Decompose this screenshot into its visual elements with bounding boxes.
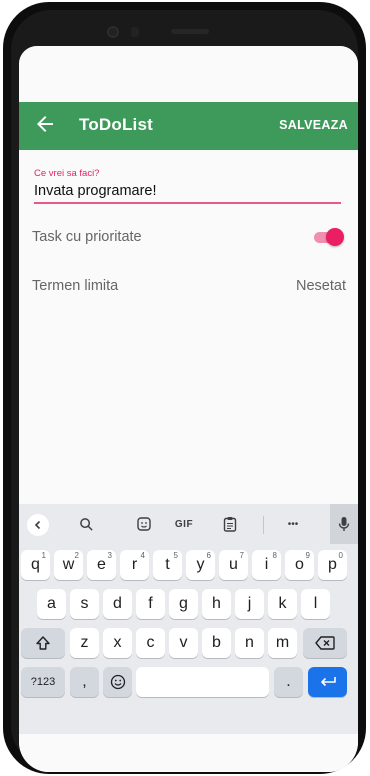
key-hint: 5 [173, 551, 178, 560]
key-k[interactable]: k [268, 589, 297, 619]
speaker-grille [171, 29, 209, 34]
period-key[interactable]: . [274, 667, 303, 697]
key-label: i [264, 556, 269, 573]
key-hint: 9 [305, 551, 310, 560]
key-p[interactable]: p0 [318, 550, 347, 580]
key-g[interactable]: g [169, 589, 198, 619]
key-hint: 0 [338, 551, 343, 560]
sticker-icon[interactable] [131, 504, 157, 544]
status-bar [19, 46, 358, 102]
deadline-value[interactable]: Nesetat [296, 278, 346, 294]
shift-key[interactable] [21, 628, 65, 658]
key-hint: 7 [239, 551, 244, 560]
task-input[interactable] [34, 180, 341, 204]
space-key[interactable] [136, 667, 269, 697]
priority-toggle[interactable] [314, 228, 344, 246]
key-m[interactable]: m [268, 628, 297, 658]
key-hint: 6 [206, 551, 211, 560]
backspace-key[interactable] [303, 628, 347, 658]
key-u[interactable]: u7 [219, 550, 248, 580]
sensor-icon [131, 27, 139, 37]
more-options-icon[interactable]: ••• [279, 504, 307, 544]
clipboard-icon[interactable] [217, 504, 243, 544]
save-button[interactable]: SALVEAZA [279, 118, 348, 132]
key-h[interactable]: h [202, 589, 231, 619]
key-label: y [196, 556, 205, 573]
key-f[interactable]: f [136, 589, 165, 619]
key-hint: 2 [74, 551, 79, 560]
navigation-bar-area [19, 734, 358, 772]
key-s[interactable]: s [70, 589, 99, 619]
enter-key[interactable] [308, 667, 347, 697]
key-label: p [328, 556, 337, 573]
key-t[interactable]: t5 [153, 550, 182, 580]
shift-icon [36, 636, 50, 650]
back-arrow-icon[interactable] [33, 112, 57, 136]
app-title: ToDoList [79, 115, 153, 134]
key-label: u [229, 556, 238, 573]
key-x[interactable]: x [103, 628, 132, 658]
key-hint: 1 [41, 551, 46, 560]
key-d[interactable]: d [103, 589, 132, 619]
priority-label: Task cu prioritate [32, 229, 142, 245]
key-z[interactable]: z [70, 628, 99, 658]
key-label: o [295, 556, 304, 573]
camera-icon [107, 26, 119, 38]
key-label: r [131, 556, 138, 573]
key-e[interactable]: e3 [87, 550, 116, 580]
task-field-label: Ce vrei sa faci? [34, 168, 100, 179]
key-n[interactable]: n [235, 628, 264, 658]
keyboard-toolbar: GIF ••• [19, 504, 358, 544]
key-r[interactable]: r4 [120, 550, 149, 580]
deadline-label: Termen limita [32, 278, 119, 294]
key-o[interactable]: o9 [285, 550, 314, 580]
key-hint: 4 [140, 551, 145, 560]
key-l[interactable]: l [301, 589, 330, 619]
key-w[interactable]: w2 [54, 550, 83, 580]
on-screen-keyboard: GIF ••• q1 w2 e3 r4 t5 y6 u7 i8 o9 p0 a … [19, 504, 358, 734]
keyboard-back-icon[interactable] [27, 514, 49, 536]
comma-key[interactable]: , [70, 667, 99, 697]
key-y[interactable]: y6 [186, 550, 215, 580]
key-hint: 3 [107, 551, 112, 560]
key-label: w [62, 556, 75, 573]
screen: ToDoList SALVEAZA Ce vrei sa faci? Task … [19, 46, 358, 772]
key-i[interactable]: i8 [252, 550, 281, 580]
emoji-icon [110, 674, 125, 690]
app-bar: ToDoList SALVEAZA [19, 102, 358, 150]
key-b[interactable]: b [202, 628, 231, 658]
symbols-key[interactable]: ?123 [21, 667, 65, 697]
toggle-knob [326, 228, 344, 246]
key-label: e [97, 556, 106, 573]
search-icon[interactable] [73, 504, 99, 544]
key-c[interactable]: c [136, 628, 165, 658]
key-label: q [31, 556, 40, 573]
key-v[interactable]: v [169, 628, 198, 658]
gif-button[interactable]: GIF [169, 504, 199, 544]
microphone-icon[interactable] [330, 504, 358, 544]
key-j[interactable]: j [235, 589, 264, 619]
key-q[interactable]: q1 [21, 550, 50, 580]
enter-icon [320, 677, 336, 687]
backspace-icon [315, 636, 335, 650]
key-hint: 8 [272, 551, 277, 560]
key-label: t [165, 556, 170, 573]
emoji-key[interactable] [103, 667, 132, 697]
key-a[interactable]: a [37, 589, 66, 619]
toolbar-divider [263, 516, 264, 534]
